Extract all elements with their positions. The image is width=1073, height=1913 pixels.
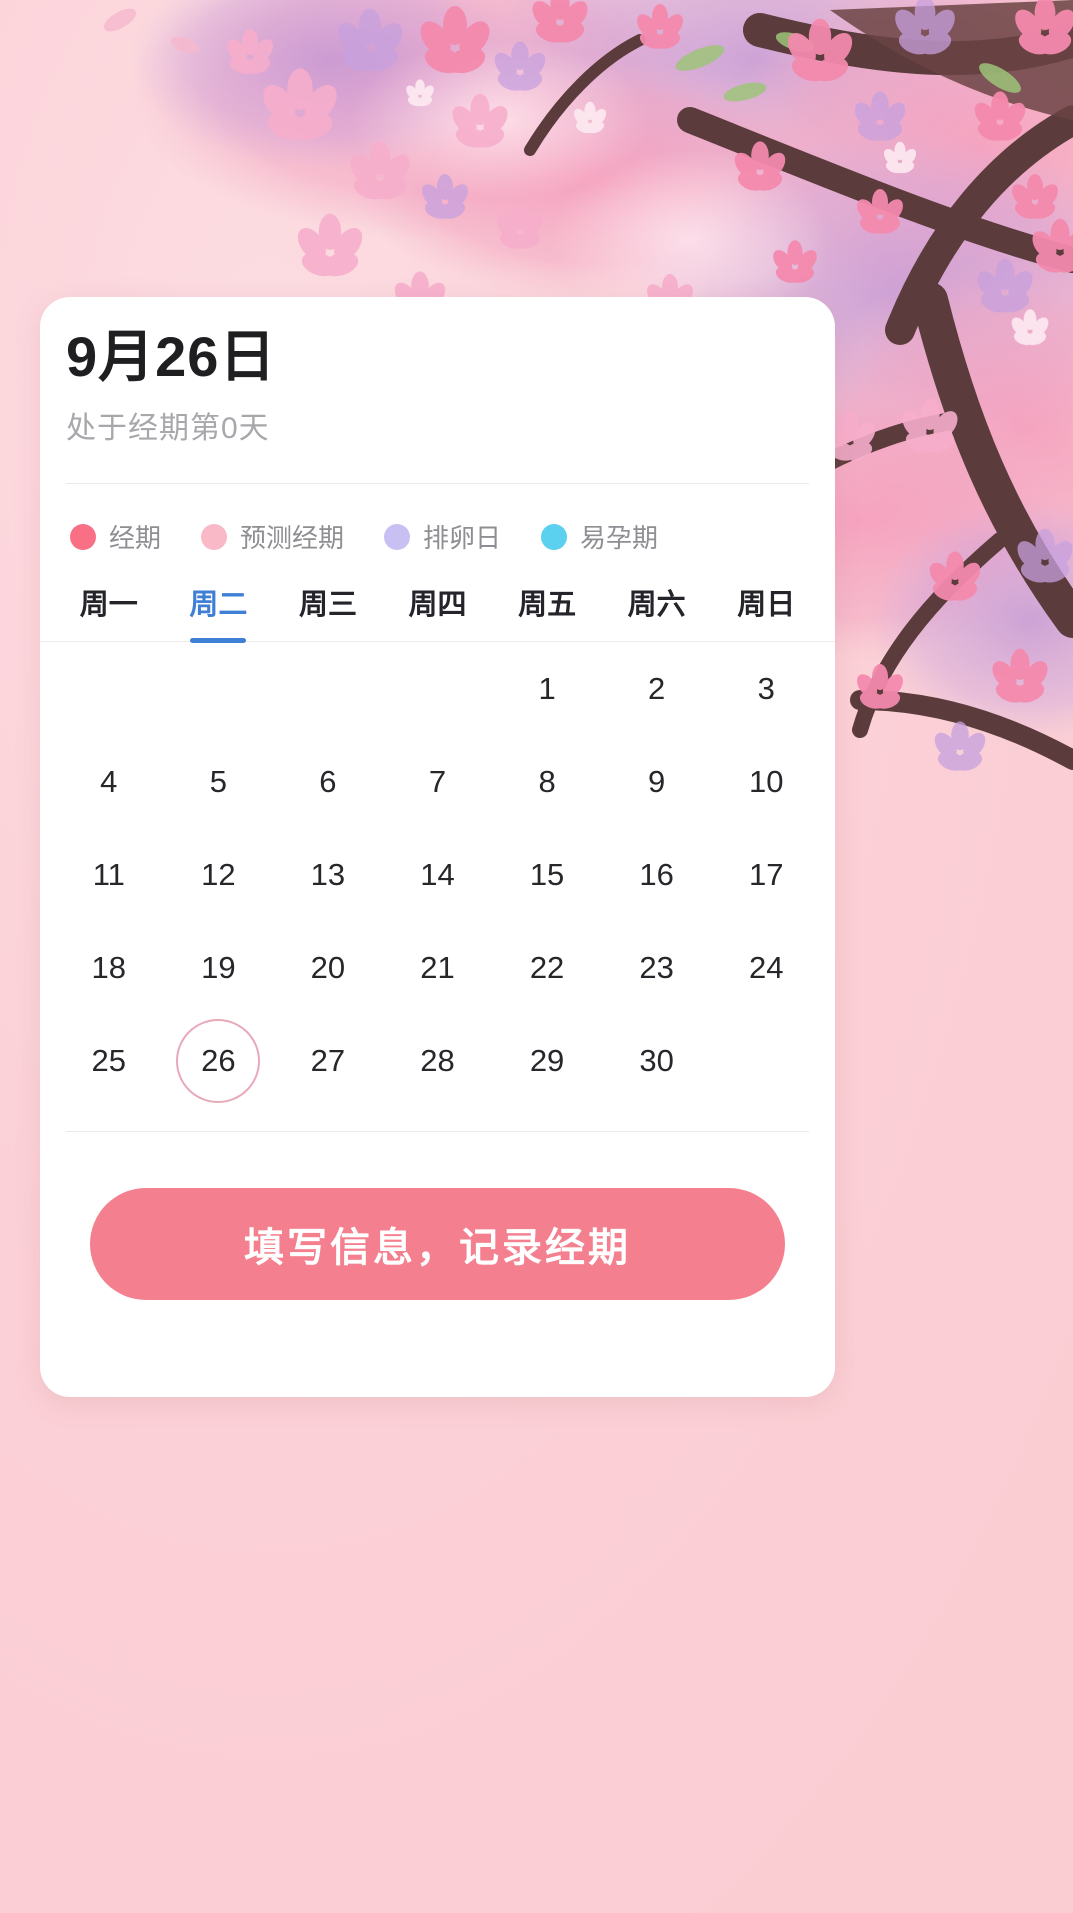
calendar-day-cell[interactable]: 17	[711, 828, 821, 921]
calendar-day-number: 27	[311, 1043, 345, 1079]
calendar-cell-empty	[273, 642, 383, 735]
calendar-day-number: 26	[201, 1043, 235, 1079]
calendar-day-cell[interactable]: 27	[273, 1014, 383, 1107]
legend-label: 预测经期	[240, 518, 344, 555]
calendar-day-number: 14	[420, 857, 454, 893]
calendar-day-number: 22	[530, 950, 564, 986]
legend-label: 经期	[109, 518, 161, 555]
period-tracker-card: 9月26日 处于经期第0天 经期 预测经期 排卵日 易孕期 周一 周二 周三 周…	[40, 297, 835, 1397]
calendar-day-cell[interactable]: 10	[711, 735, 821, 828]
predicted-period-dot-icon	[201, 524, 227, 550]
calendar-cell-empty	[383, 642, 493, 735]
fertile-window-dot-icon	[541, 524, 567, 550]
calendar-day-number: 1	[538, 671, 555, 707]
weekday-tab-wed[interactable]: 周三	[273, 581, 383, 641]
calendar-day-number: 7	[429, 764, 446, 800]
calendar-day-cell[interactable]: 24	[711, 921, 821, 1014]
weekday-tab-tue[interactable]: 周二	[164, 581, 274, 641]
calendar-day-cell[interactable]: 9	[602, 735, 712, 828]
calendar-day-cell[interactable]: 5	[164, 735, 274, 828]
calendar-day-cell[interactable]: 6	[273, 735, 383, 828]
calendar-day-number: 23	[639, 950, 673, 986]
calendar-day-cell[interactable]: 25	[54, 1014, 164, 1107]
weekday-header: 周一 周二 周三 周四 周五 周六 周日	[40, 555, 835, 642]
calendar-day-number: 2	[648, 671, 665, 707]
calendar-day-cell[interactable]: 22	[492, 921, 602, 1014]
calendar-day-cell[interactable]: 19	[164, 921, 274, 1014]
calendar-day-cell[interactable]: 12	[164, 828, 274, 921]
calendar-day-cell[interactable]: 15	[492, 828, 602, 921]
calendar-day-number: 21	[420, 950, 454, 986]
calendar-day-number: 12	[201, 857, 235, 893]
record-period-button[interactable]: 填写信息，记录经期	[90, 1188, 785, 1300]
calendar-day-number: 24	[749, 950, 783, 986]
ovulation-dot-icon	[384, 524, 410, 550]
legend-label: 排卵日	[423, 518, 501, 555]
calendar-cell-empty	[164, 642, 274, 735]
weekday-tab-sun[interactable]: 周日	[711, 581, 821, 641]
calendar-day-cell[interactable]: 28	[383, 1014, 493, 1107]
calendar-day-cell[interactable]: 7	[383, 735, 493, 828]
calendar-day-cell[interactable]: 3	[711, 642, 821, 735]
calendar-day-number: 28	[420, 1043, 454, 1079]
calendar-day-number: 4	[100, 764, 117, 800]
cycle-status-text: 处于经期第0天	[40, 389, 835, 447]
calendar-day-number: 19	[201, 950, 235, 986]
calendar-day-cell[interactable]: 26	[164, 1014, 274, 1107]
calendar-day-cell[interactable]: 30	[602, 1014, 712, 1107]
calendar-day-cell[interactable]: 21	[383, 921, 493, 1014]
calendar-day-cell[interactable]: 20	[273, 921, 383, 1014]
calendar-day-number: 20	[311, 950, 345, 986]
calendar-day-number: 17	[749, 857, 783, 893]
legend: 经期 预测经期 排卵日 易孕期	[40, 484, 835, 555]
page-title: 9月26日	[40, 297, 835, 389]
weekday-tab-fri[interactable]: 周五	[492, 581, 602, 641]
calendar-day-number: 25	[92, 1043, 126, 1079]
calendar-day-cell[interactable]: 11	[54, 828, 164, 921]
calendar-day-cell[interactable]: 2	[602, 642, 712, 735]
calendar-day-cell[interactable]: 1	[492, 642, 602, 735]
calendar-cell-empty	[711, 1014, 821, 1107]
calendar-day-number: 30	[639, 1043, 673, 1079]
calendar-day-cell[interactable]: 13	[273, 828, 383, 921]
calendar-day-number: 6	[319, 764, 336, 800]
cta-container: 填写信息，记录经期	[40, 1132, 835, 1300]
calendar-day-cell[interactable]: 29	[492, 1014, 602, 1107]
calendar-cell-empty	[54, 642, 164, 735]
weekday-tab-sat[interactable]: 周六	[602, 581, 712, 641]
calendar-day-cell[interactable]: 4	[54, 735, 164, 828]
calendar-day-number: 29	[530, 1043, 564, 1079]
calendar-day-number: 8	[538, 764, 555, 800]
legend-item-period: 经期	[70, 518, 161, 555]
calendar-day-number: 16	[639, 857, 673, 893]
period-dot-icon	[70, 524, 96, 550]
calendar-day-number: 18	[92, 950, 126, 986]
legend-item-ovulation-day: 排卵日	[384, 518, 501, 555]
legend-item-fertile-window: 易孕期	[541, 518, 658, 555]
calendar-day-cell[interactable]: 18	[54, 921, 164, 1014]
weekday-tab-thu[interactable]: 周四	[383, 581, 493, 641]
legend-label: 易孕期	[580, 518, 658, 555]
calendar-day-number: 3	[758, 671, 775, 707]
calendar-day-cell[interactable]: 23	[602, 921, 712, 1014]
calendar-day-number: 13	[311, 857, 345, 893]
calendar-day-cell[interactable]: 16	[602, 828, 712, 921]
calendar-day-number: 10	[749, 764, 783, 800]
weekday-tab-mon[interactable]: 周一	[54, 581, 164, 641]
calendar-day-number: 9	[648, 764, 665, 800]
calendar-day-cell[interactable]: 8	[492, 735, 602, 828]
legend-item-predicted-period: 预测经期	[201, 518, 344, 555]
calendar-day-number: 5	[210, 764, 227, 800]
calendar-day-number: 15	[530, 857, 564, 893]
calendar-grid: 1234567891011121314151617181920212223242…	[40, 642, 835, 1107]
calendar-day-number: 11	[93, 857, 125, 893]
calendar-day-cell[interactable]: 14	[383, 828, 493, 921]
